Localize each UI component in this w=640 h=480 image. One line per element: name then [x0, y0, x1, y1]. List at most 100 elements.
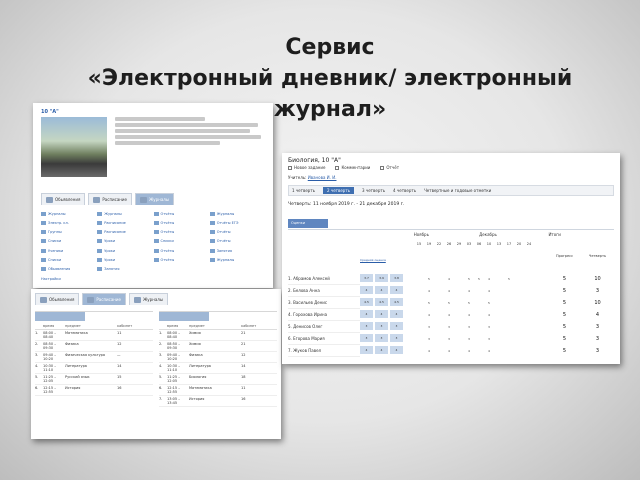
profile-link[interactable]: Расписание: [97, 220, 153, 226]
schedule-cell: 12:15 – 12:55: [43, 386, 56, 394]
schedule-tab[interactable]: Обьявления: [35, 293, 80, 305]
mark-cell[interactable]: 3: [424, 325, 434, 329]
quarter-tab[interactable]: Четвертные и годовые отметки: [424, 188, 491, 193]
profile-link[interactable]: Уроки: [97, 238, 153, 244]
profile-link[interactable]: Списки: [41, 238, 97, 244]
grade-cell: 4.5: [375, 298, 388, 306]
journal-button[interactable]: Отчёт: [380, 165, 399, 170]
schedule-tab[interactable]: Журналы: [128, 293, 168, 305]
mark-cell[interactable]: 4: [444, 277, 454, 281]
profile-link[interactable]: Отчёты: [209, 229, 266, 235]
quarter-tab[interactable]: 1 четверть: [292, 188, 315, 193]
mark-cell[interactable]: 5: [424, 277, 434, 281]
final-row: 53: [548, 321, 614, 333]
mark-cell[interactable]: 4: [444, 349, 454, 353]
student-name[interactable]: 2. Белова Анна: [288, 285, 360, 297]
profile-tab[interactable]: Обьявления: [41, 193, 86, 205]
profile-link[interactable]: Расписание: [97, 229, 153, 235]
profile-link[interactable]: Отчёты: [153, 248, 210, 254]
mark-cell[interactable]: 4: [484, 277, 494, 281]
grades-subtab[interactable]: Оценки: [288, 219, 328, 228]
profile-link[interactable]: Уроки: [97, 257, 153, 263]
student-name[interactable]: 7. Жуков Павел: [288, 345, 360, 357]
profile-link[interactable]: Занятия: [97, 266, 153, 272]
schedule-cell: 08:50 – 09:30: [43, 342, 56, 350]
link-label: Отчёты: [160, 230, 175, 235]
mark-cell[interactable]: 4: [464, 313, 474, 317]
link-label: Списки: [160, 239, 174, 244]
profile-link[interactable]: Группы: [41, 229, 97, 235]
schedule-row: 1. 08:00 – 08:40 Химия 21: [159, 330, 277, 341]
mark-cell[interactable]: 4: [484, 289, 494, 293]
student-name[interactable]: 3. Васильев Денис: [288, 297, 360, 309]
profile-link[interactable]: Отчёты: [153, 220, 210, 226]
student-name[interactable]: 4. Горохова Ирина: [288, 309, 360, 321]
journal-button[interactable]: Комментарии: [335, 165, 370, 170]
schedule-tab[interactable]: Расписание: [82, 293, 126, 305]
profile-link[interactable]: Занятия: [209, 248, 266, 254]
mark-cell[interactable]: 3: [484, 325, 494, 329]
mark-cell[interactable]: 4: [444, 313, 454, 317]
profile-link[interactable]: Электр. кл.: [41, 220, 97, 226]
mark-cell[interactable]: 3: [464, 325, 474, 329]
student-name[interactable]: 5. Денисов Олег: [288, 321, 360, 333]
final-cell: 3: [595, 288, 600, 294]
schedule-row: 5. 11:25 – 12:05 Биология 18: [159, 374, 277, 385]
profile-link[interactable]: Обьявления: [41, 266, 97, 272]
mark-cell[interactable]: 3: [444, 337, 454, 341]
profile-link[interactable]: Журналы: [209, 211, 266, 217]
mark-cell[interactable]: 4: [424, 289, 434, 293]
profile-tab[interactable]: Журналы: [134, 193, 174, 205]
mark-cell[interactable]: 5: [444, 301, 454, 305]
quarter-tab[interactable]: 2 четверть: [323, 187, 355, 194]
profile-tab[interactable]: Расписание: [88, 193, 132, 205]
mark-cell[interactable]: 3: [464, 337, 474, 341]
mark-cell[interactable]: 5: [484, 301, 494, 305]
mark-cell[interactable]: 4: [464, 349, 474, 353]
mark-cell[interactable]: 5: [504, 277, 514, 281]
profile-link[interactable]: Отчёты: [153, 257, 210, 263]
mark-cell[interactable]: 3: [484, 337, 494, 341]
student-name[interactable]: 6. Егорова Мария: [288, 333, 360, 345]
profile-link[interactable]: Отчёты: [153, 211, 210, 217]
teacher-name-link[interactable]: Иванова И. И.: [308, 175, 337, 180]
mark-cell[interactable]: 4: [424, 349, 434, 353]
settings-link[interactable]: Настройки: [41, 277, 61, 281]
mark-cell[interactable]: 4: [484, 313, 494, 317]
schedule-cell: 3.: [159, 353, 163, 357]
mark-cell[interactable]: 4: [444, 289, 454, 293]
profile-link[interactable]: Отчёты: [153, 229, 210, 235]
final-cell: 3: [595, 348, 600, 354]
student-name[interactable]: 1. Абрамов Алексей: [288, 273, 360, 285]
grades-header[interactable]: Средняя оценка: [360, 258, 408, 272]
schedule-cell: 10:30 – 11:10: [167, 364, 180, 372]
profile-link[interactable]: Ученики: [41, 248, 97, 254]
button-label: Отчёт: [386, 165, 400, 170]
date-label: 15: [416, 242, 422, 246]
profile-link[interactable]: Списки: [41, 257, 97, 263]
mark-cell[interactable]: 5: [464, 277, 474, 281]
mark-cell[interactable]: 3: [424, 337, 434, 341]
final-cell: 5: [562, 336, 567, 342]
profile-link[interactable]: Журналы: [41, 211, 97, 217]
link-icon: [209, 230, 215, 235]
journal-button[interactable]: Новое задание: [288, 165, 325, 170]
schedule-row: 7. 13:05 – 13:45 История 16: [159, 396, 277, 407]
mark-cell[interactable]: 5: [424, 301, 434, 305]
profile-link[interactable]: Журналы: [209, 257, 266, 263]
mark-cell[interactable]: 4: [484, 349, 494, 353]
profile-link[interactable]: Уроки: [97, 248, 153, 254]
mark-cell[interactable]: 4: [424, 313, 434, 317]
profile-link[interactable]: Списки: [153, 238, 210, 244]
mark-cell[interactable]: 5: [464, 301, 474, 305]
mark-cell[interactable]: 3: [444, 325, 454, 329]
schedule-row: 3. 09:40 – 10:20 Физическая культура —: [35, 352, 153, 363]
mark-cell[interactable]: 4: [464, 289, 474, 293]
quarter-tab[interactable]: 4 четверть: [393, 188, 416, 193]
profile-link[interactable]: Журналы: [97, 211, 153, 217]
quarter-tab[interactable]: 3 четверть: [362, 188, 385, 193]
profile-link[interactable]: Отчёты: [209, 238, 266, 244]
mark-cell[interactable]: 5: [474, 277, 484, 281]
class-photo: [41, 117, 107, 177]
profile-link[interactable]: Отчёты ЕГЭ: [209, 220, 266, 226]
